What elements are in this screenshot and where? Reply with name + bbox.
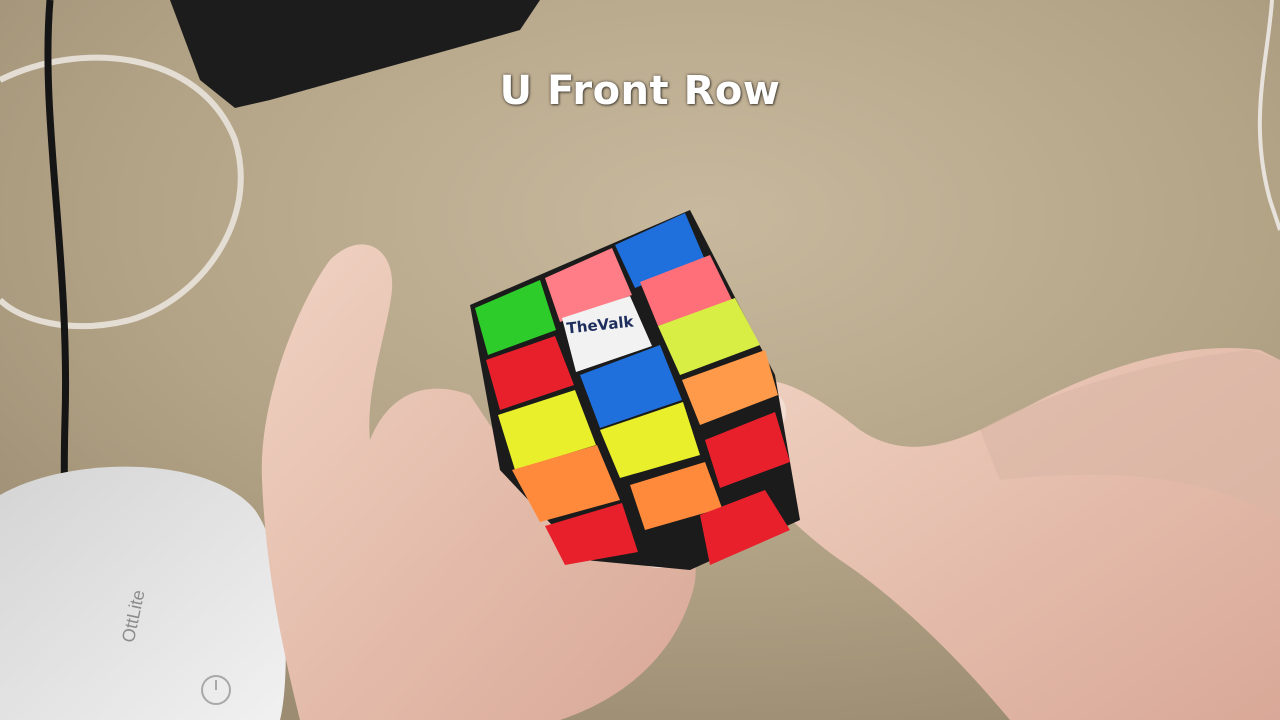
video-caption: U Front Row: [499, 68, 781, 114]
